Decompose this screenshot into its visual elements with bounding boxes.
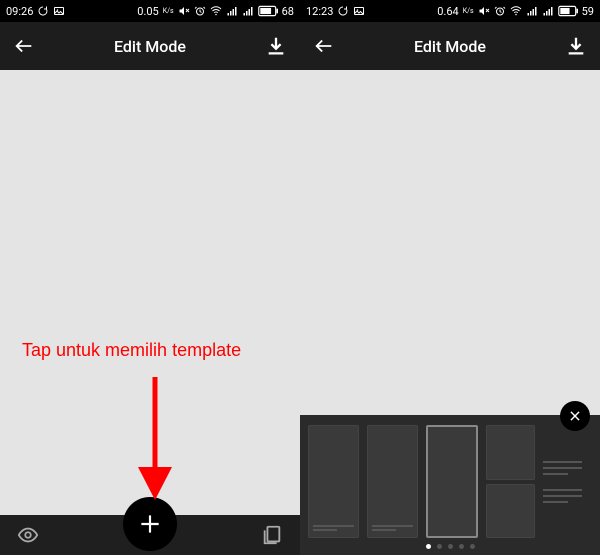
template-panel: [300, 415, 600, 555]
wifi-icon: [210, 5, 222, 17]
template-option-3[interactable]: [426, 425, 479, 538]
template-list: [308, 425, 592, 538]
battery-icon: [558, 5, 578, 17]
download-button[interactable]: [564, 34, 588, 58]
battery-icon: [258, 5, 278, 17]
battery-percent: 68: [282, 5, 294, 18]
template-option-4[interactable]: [486, 425, 535, 538]
app-title: Edit Mode: [48, 37, 252, 56]
phone-screen-left: 09:26 0.05 K/s 68 Edit Mode: [0, 0, 300, 555]
preview-button[interactable]: [16, 523, 40, 547]
bottom-nav: [0, 515, 300, 555]
dot: [448, 544, 453, 549]
mute-icon: [478, 5, 490, 17]
signal-icon-2: [542, 5, 554, 17]
app-bar: Edit Mode: [300, 22, 600, 70]
add-template-button[interactable]: [123, 497, 177, 551]
battery-percent: 59: [582, 5, 594, 18]
wifi-icon: [510, 5, 522, 17]
network-speed-unit: K/s: [163, 8, 174, 15]
dot: [437, 544, 442, 549]
phone-screen-right: 12:23 0.64 K/s 59 Edit Mode: [300, 0, 600, 555]
signal-icon: [226, 5, 238, 17]
app-title: Edit Mode: [348, 37, 552, 56]
pagination-dots: [308, 538, 592, 549]
status-time: 09:26: [6, 5, 33, 18]
alarm-icon: [194, 5, 206, 17]
template-option-5[interactable]: [543, 425, 592, 538]
status-bar: 12:23 0.64 K/s 59: [300, 0, 600, 22]
app-bar: Edit Mode: [0, 22, 300, 70]
canvas-area[interactable]: [0, 70, 300, 515]
status-bar: 09:26 0.05 K/s 68: [0, 0, 300, 22]
signal-icon: [526, 5, 538, 17]
alarm-icon: [494, 5, 506, 17]
back-button[interactable]: [12, 34, 36, 58]
back-button[interactable]: [312, 34, 336, 58]
mute-icon: [178, 5, 190, 17]
dot: [470, 544, 475, 549]
signal-icon-2: [242, 5, 254, 17]
dot: [426, 544, 431, 549]
network-speed-unit: K/s: [463, 8, 474, 15]
network-speed: 0.05: [137, 5, 158, 18]
network-speed: 0.64: [437, 5, 458, 18]
download-button[interactable]: [264, 34, 288, 58]
image-icon: [53, 5, 65, 17]
sync-icon: [337, 5, 349, 17]
canvas-area[interactable]: [300, 70, 600, 555]
dot: [459, 544, 464, 549]
sync-icon: [37, 5, 49, 17]
pages-button[interactable]: [260, 523, 284, 547]
template-option-1[interactable]: [308, 425, 359, 538]
status-time: 12:23: [306, 5, 333, 18]
image-icon: [353, 5, 365, 17]
template-option-2[interactable]: [367, 425, 418, 538]
